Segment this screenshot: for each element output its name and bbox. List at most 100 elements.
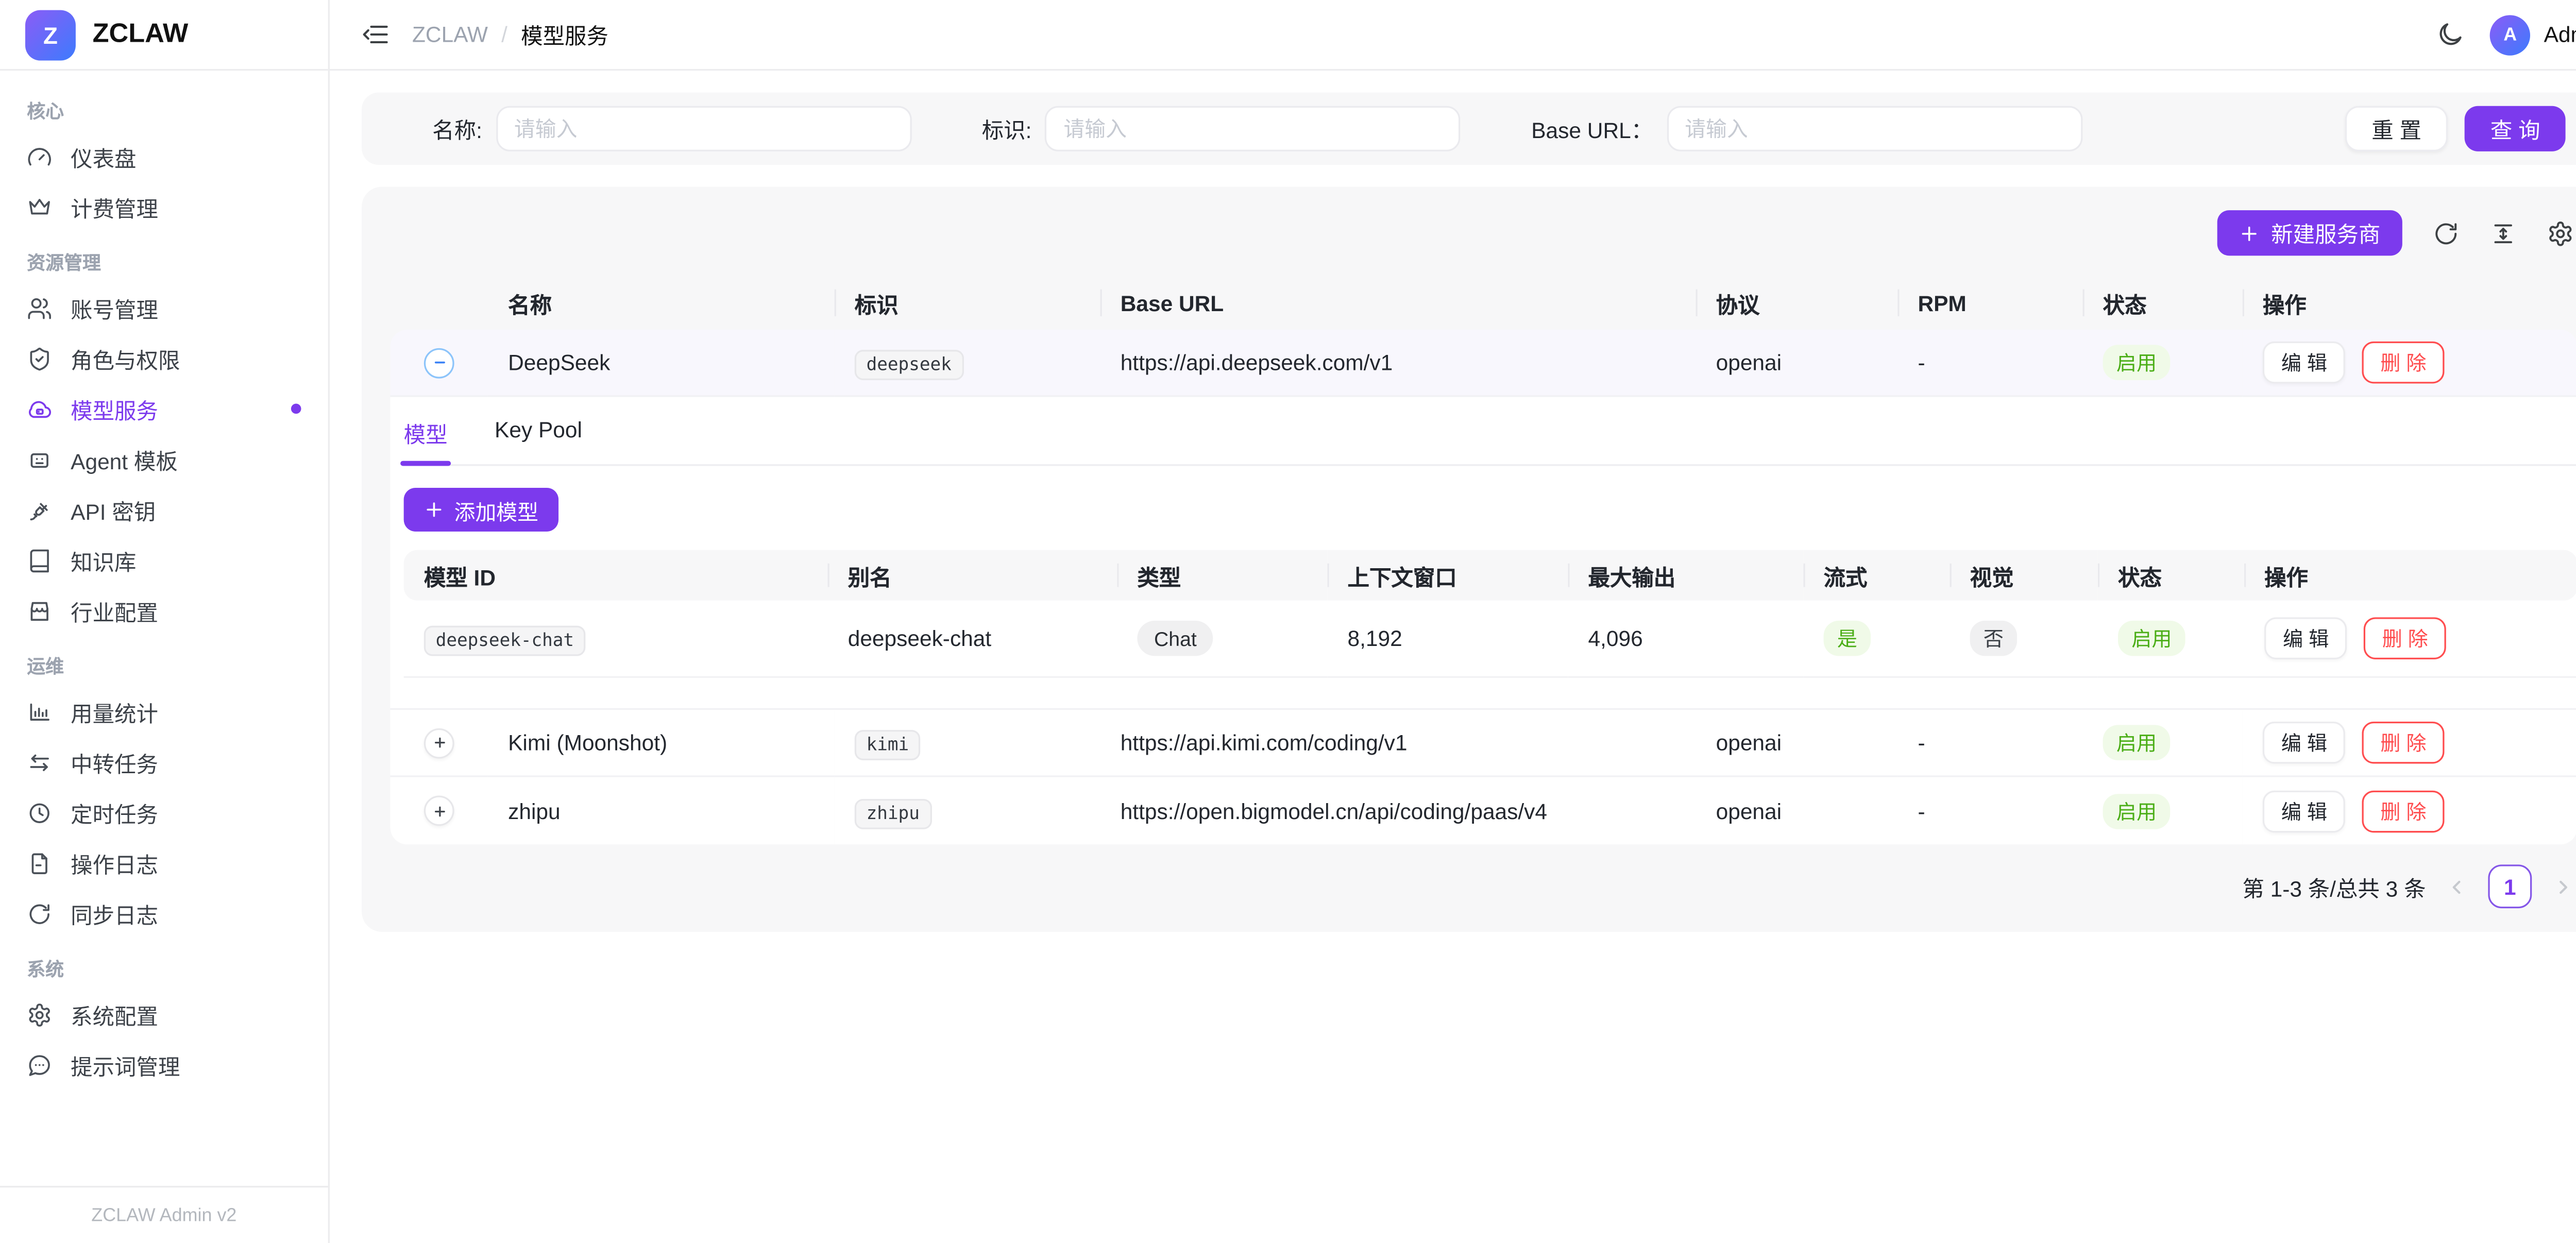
collapse-row-button[interactable] [424, 347, 454, 378]
column-header-actions: 操作 [2244, 550, 2576, 601]
provider-rpm: - [1918, 730, 1925, 755]
sidebar-item-relay-tasks[interactable]: 中转任务 [0, 737, 328, 787]
sidebar-item-dashboard[interactable]: 仪表盘 [0, 131, 328, 182]
reset-button[interactable]: 重 置 [2345, 106, 2448, 151]
delete-button[interactable]: 删 除 [2362, 342, 2445, 384]
breadcrumb-current: 模型服务 [521, 19, 608, 50]
username: Admin [2544, 22, 2576, 47]
column-header-stream: 流式 [1803, 550, 1950, 601]
provider-tag: kimi [855, 730, 921, 760]
delete-button[interactable]: 删 除 [2364, 617, 2447, 659]
brand-logo: Z [25, 9, 76, 60]
sidebar-nav: 核心 仪表盘 计费管理 资源管理 账号管理 角色与权限 模型服务 [0, 71, 328, 1186]
column-header-actions: 操作 [2243, 276, 2576, 330]
tag-input[interactable] [1045, 106, 1461, 151]
prev-page-button[interactable] [2446, 876, 2468, 897]
sidebar-item-label: 知识库 [71, 544, 136, 576]
sidebar-item-usage-stats[interactable]: 用量统计 [0, 686, 328, 737]
sidebar-item-label: 提示词管理 [71, 1049, 180, 1081]
nav-section-resources: 资源管理 [0, 232, 328, 283]
provider-row-kimi: Kimi (Moonshot) kimi https://api.kimi.co… [391, 710, 2576, 777]
main: ZCLAW / 模型服务 A Admin 名称: [330, 0, 2576, 1243]
edit-button[interactable]: 编 辑 [2264, 617, 2347, 659]
sidebar-item-label: API 密钥 [71, 493, 156, 525]
expand-row-button[interactable] [424, 727, 454, 758]
column-header-max-output: 最大输出 [1568, 550, 1803, 601]
row-height-icon [2490, 219, 2517, 246]
sidebar-item-sync-logs[interactable]: 同步日志 [0, 888, 328, 939]
sidebar: Z ZCLAW 核心 仪表盘 计费管理 资源管理 账号管理 角色与权限 [0, 0, 330, 1243]
user-menu[interactable]: A Admin [2490, 14, 2576, 55]
tab-key-pool[interactable]: Key Pool [495, 417, 582, 449]
edit-button[interactable]: 编 辑 [2263, 342, 2346, 384]
add-model-button[interactable]: 添加模型 [404, 488, 558, 532]
column-header-alias: 别名 [828, 550, 1117, 601]
provider-protocol: openai [1716, 350, 1782, 375]
provider-rpm: - [1918, 798, 1925, 823]
content: 名称: 标识: Base URL： 重 置 查 询 [330, 71, 2576, 1243]
sidebar-item-system-config[interactable]: 系统配置 [0, 989, 328, 1040]
book-icon [27, 548, 52, 573]
delete-button[interactable]: 删 除 [2362, 790, 2445, 832]
search-button[interactable]: 查 询 [2465, 106, 2566, 151]
page-number-button[interactable]: 1 [2488, 864, 2532, 908]
name-input[interactable] [496, 106, 911, 151]
sidebar-item-label: 操作日志 [71, 847, 158, 879]
sidebar-item-agent-templates[interactable]: Agent 模板 [0, 434, 328, 484]
minus-icon [430, 353, 448, 372]
breadcrumb-root[interactable]: ZCLAW [412, 22, 488, 47]
provider-base-url: https://open.bigmodel.cn/api/coding/paas… [1121, 798, 1547, 823]
vision-badge: 否 [1970, 621, 2017, 656]
sync-icon [27, 901, 52, 926]
file-text-icon [27, 850, 52, 876]
sidebar-item-label: 中转任务 [71, 746, 158, 778]
sidebar-item-api-keys[interactable]: API 密钥 [0, 484, 328, 535]
provider-tag: deepseek [855, 350, 963, 380]
column-header-type: 类型 [1117, 550, 1327, 601]
provider-base-url: https://api.deepseek.com/v1 [1121, 350, 1393, 375]
crown-icon [27, 194, 52, 219]
chevron-right-icon [2552, 876, 2573, 897]
topbar: ZCLAW / 模型服务 A Admin [330, 0, 2576, 71]
breadcrumb-separator: / [501, 22, 507, 47]
sidebar-item-label: 定时任务 [71, 796, 158, 828]
model-context-window: 8,192 [1348, 626, 1402, 651]
refresh-button[interactable] [2433, 219, 2460, 246]
row-height-button[interactable] [2490, 219, 2517, 246]
models-header-row: 模型 ID 别名 类型 上下文窗口 最大输出 流式 视觉 状态 [404, 550, 2576, 601]
app: Z ZCLAW 核心 仪表盘 计费管理 资源管理 账号管理 角色与权限 [0, 0, 2576, 1243]
expand-row-button[interactable] [424, 795, 454, 826]
sidebar-item-billing[interactable]: 计费管理 [0, 182, 328, 232]
provider-name: zhipu [508, 798, 560, 823]
delete-button[interactable]: 删 除 [2362, 722, 2445, 764]
provider-rpm: - [1918, 350, 1925, 375]
sidebar-item-roles[interactable]: 角色与权限 [0, 333, 328, 384]
sidebar-item-model-services[interactable]: 模型服务 [0, 383, 328, 434]
sidebar-item-knowledge-base[interactable]: 知识库 [0, 535, 328, 585]
provider-row-zhipu: zhipu zhipu https://open.bigmodel.cn/api… [391, 777, 2576, 845]
column-settings-button[interactable] [2547, 219, 2574, 246]
tab-models[interactable]: 模型 [404, 417, 448, 449]
next-page-button[interactable] [2552, 876, 2573, 897]
sidebar-item-industry-config[interactable]: 行业配置 [0, 585, 328, 636]
pagination-summary: 第 1-3 条/总共 3 条 [2242, 871, 2426, 903]
collapse-sidebar-button[interactable] [362, 20, 391, 49]
sidebar-item-operation-logs[interactable]: 操作日志 [0, 838, 328, 888]
edit-button[interactable]: 编 辑 [2263, 722, 2346, 764]
avatar-letter: A [2503, 24, 2517, 44]
brand-name: ZCLAW [93, 20, 189, 50]
plus-icon [430, 734, 448, 752]
filter-name-field: 名称: [432, 106, 911, 151]
sidebar-item-prompt-management[interactable]: 提示词管理 [0, 1040, 328, 1090]
new-provider-button[interactable]: 新建服务商 [2217, 210, 2402, 256]
edit-button[interactable]: 编 辑 [2263, 790, 2346, 832]
sidebar-item-accounts[interactable]: 账号管理 [0, 283, 328, 333]
column-header-vision: 视觉 [1950, 550, 2097, 601]
bot-icon [27, 447, 52, 472]
gear-icon [2547, 219, 2574, 246]
column-header-model-id: 模型 ID [404, 550, 828, 601]
plus-icon [430, 802, 448, 820]
sidebar-item-scheduled-tasks[interactable]: 定时任务 [0, 787, 328, 838]
dark-mode-toggle[interactable] [2436, 20, 2465, 49]
base-url-input[interactable] [1666, 106, 2082, 151]
